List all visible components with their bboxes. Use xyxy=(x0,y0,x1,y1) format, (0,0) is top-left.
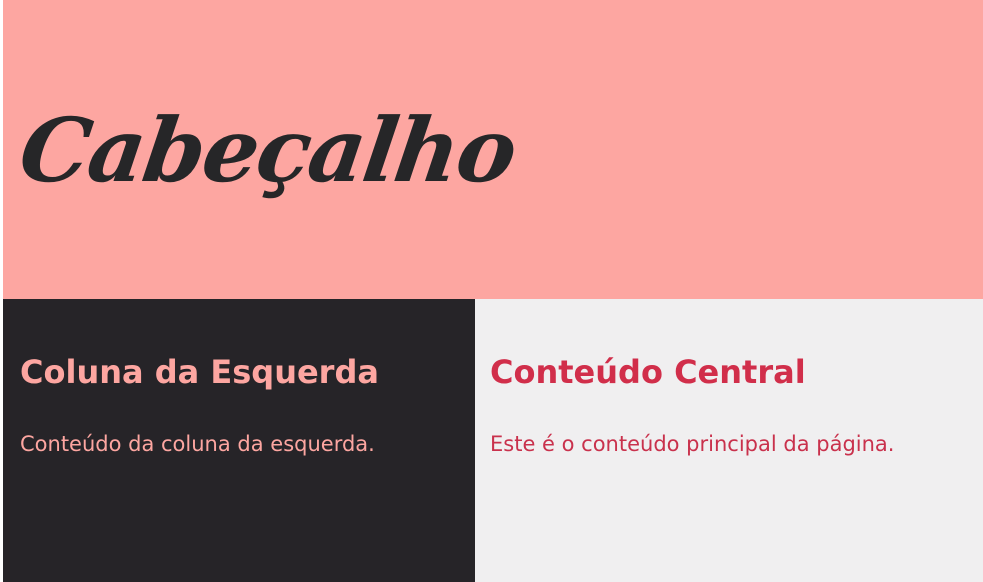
header-title: Cabeçalho xyxy=(13,97,522,202)
left-column-text: Conteúdo da coluna da esquerda. xyxy=(20,432,375,456)
page: Cabeçalho Coluna da Esquerda Conteúdo da… xyxy=(0,0,983,582)
center-column-heading: Conteúdo Central xyxy=(490,353,806,391)
center-column: Conteúdo Central Este é o conteúdo princ… xyxy=(475,299,983,582)
left-column-heading: Coluna da Esquerda xyxy=(20,353,379,391)
columns-container: Coluna da Esquerda Conteúdo da coluna da… xyxy=(3,299,983,582)
left-column: Coluna da Esquerda Conteúdo da coluna da… xyxy=(3,299,475,582)
center-column-text: Este é o conteúdo principal da página. xyxy=(490,432,895,456)
page-header: Cabeçalho xyxy=(3,0,983,299)
